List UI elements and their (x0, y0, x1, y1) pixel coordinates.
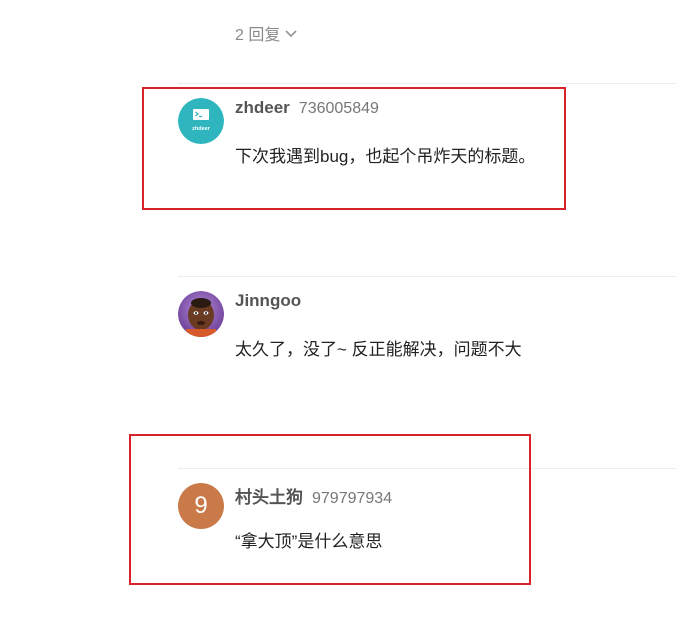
replies-count-label: 2 回复 (235, 27, 281, 44)
user-avatar[interactable] (178, 291, 224, 337)
comment-author-id: 979797934 (312, 490, 393, 507)
comment-divider (178, 468, 676, 469)
comment-author-id: 736005849 (298, 100, 379, 117)
user-photo-avatar (178, 291, 224, 337)
comment-item: Jinngoo 太久了，没了~ 反正能解决，问题不大 (178, 291, 676, 371)
comment-author[interactable]: Jinngoo (235, 291, 301, 311)
comment-text: 下次我遇到bug，也起个吊炸天的标题。 (235, 147, 536, 166)
chevron-down-icon (285, 30, 297, 38)
comment-item: 9 村头土狗 979797934 “拿大顶”是什么意思 (178, 483, 676, 563)
avatar-letter: 9 (194, 492, 208, 519)
svg-text:zhdeer: zhdeer (192, 126, 211, 132)
comment-text: “拿大顶”是什么意思 (235, 532, 383, 551)
comment-author[interactable]: zhdeer (235, 98, 290, 118)
comment-author[interactable]: 村头土狗 (235, 483, 303, 508)
user-avatar[interactable]: zhdeer (178, 98, 224, 144)
zhdeer-logo-avatar: zhdeer (178, 98, 224, 144)
comment-thread: 2 回复 zhdeer zhdeer 736005849 下次我遇到bug，也起… (0, 0, 676, 639)
replies-toggle[interactable]: 2 回复 (235, 22, 298, 44)
comment-item: zhdeer zhdeer 736005849 下次我遇到bug，也起个吊炸天的… (178, 98, 676, 178)
user-avatar[interactable]: 9 (178, 483, 224, 529)
comment-divider (178, 83, 676, 84)
comment-divider (178, 276, 676, 277)
comment-text: 太久了，没了~ 反正能解决，问题不大 (235, 340, 522, 359)
